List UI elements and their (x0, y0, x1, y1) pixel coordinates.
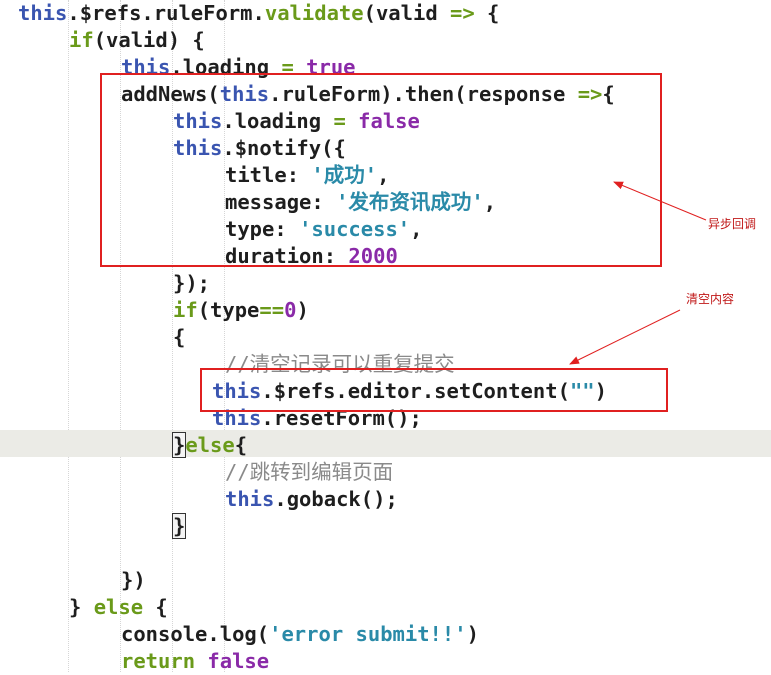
async-callback-label: 异步回调 (708, 217, 757, 231)
code-token: } (69, 595, 94, 619)
clear-content-label: 清空内容 (686, 292, 735, 306)
code-editor[interactable]: this.$refs.ruleForm.validate(valid => {i… (0, 0, 771, 675)
code-token: { (474, 1, 500, 25)
clear-content-box (200, 368, 668, 412)
code-token: => (450, 1, 475, 25)
code-token: { (143, 595, 168, 619)
code-token: (type (197, 298, 260, 322)
code-token: //跳转到编辑页面 (225, 460, 394, 484)
indent-guide (68, 0, 69, 672)
code-token: (valid (363, 1, 451, 25)
code-token: ) (466, 622, 479, 646)
code-token: this (18, 1, 68, 25)
clear-arrow (569, 309, 681, 365)
code-line[interactable]: this.$refs.ruleForm.validate(valid => { (18, 0, 499, 27)
code-token: .goback(); (274, 487, 398, 511)
code-token: else (185, 433, 235, 457)
code-token: { (234, 433, 248, 457)
code-token: .$refs.ruleForm. (67, 1, 265, 25)
code-token: { (173, 325, 186, 349)
code-token: == (259, 298, 285, 322)
code-token: (valid) { (93, 28, 205, 52)
code-line[interactable]: if(type==0) (173, 297, 309, 324)
code-token: else (93, 595, 144, 619)
code-token: }) (121, 568, 146, 592)
code-line[interactable]: }else{ (171, 432, 248, 459)
code-token: 'error submit!!' (269, 622, 467, 646)
code-line[interactable]: console.log('error submit!!') (121, 621, 479, 648)
code-line[interactable]: } else { (69, 594, 168, 621)
code-line[interactable]: }); (173, 270, 210, 297)
code-line[interactable]: }) (121, 567, 146, 594)
code-token: console.log( (121, 622, 270, 646)
code-token: if (173, 298, 198, 322)
code-token: }); (173, 271, 211, 295)
code-line[interactable]: this.goback(); (225, 486, 398, 513)
code-token: this (225, 487, 275, 511)
code-line[interactable]: { (173, 324, 185, 351)
code-token: if (69, 28, 94, 52)
code-token: 0 (284, 298, 297, 322)
code-line[interactable]: //跳转到编辑页面 (225, 459, 393, 486)
code-line[interactable]: } (171, 513, 187, 540)
code-token: validate (264, 1, 364, 25)
code-token: ) (296, 298, 309, 322)
code-token: false (195, 649, 270, 673)
async-callback-box (100, 73, 662, 267)
code-token: } (171, 432, 187, 458)
code-token: } (171, 513, 187, 539)
current-line-highlight (0, 430, 771, 457)
code-line[interactable]: if(valid) { (69, 27, 205, 54)
code-token: return (121, 649, 196, 673)
code-line[interactable]: return false (121, 648, 269, 675)
